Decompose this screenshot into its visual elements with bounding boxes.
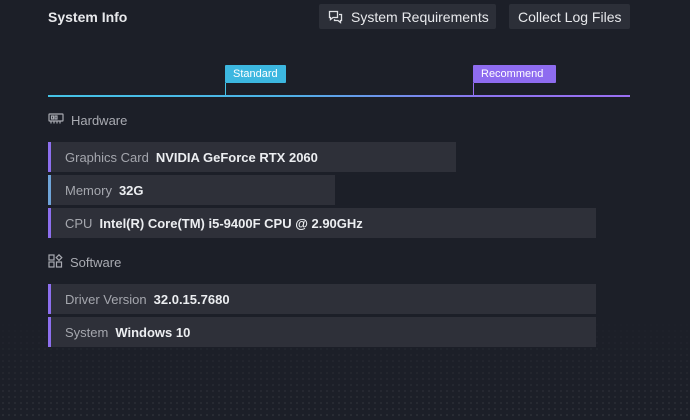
recommend-tag: Recommend: [473, 65, 556, 83]
chat-bubbles-icon: [328, 10, 343, 24]
hardware-title: Hardware: [71, 112, 128, 128]
row-key: CPU: [65, 215, 93, 231]
system-requirements-label: System Requirements: [351, 8, 489, 25]
software-row-system: System Windows 10: [48, 317, 596, 347]
collect-log-files-label: Collect Log Files: [518, 8, 622, 25]
system-requirements-button[interactable]: System Requirements: [319, 4, 496, 29]
row-key: Driver Version: [65, 291, 147, 307]
memory-chip-icon: [48, 112, 64, 128]
hardware-row-graphics-card: Graphics Card NVIDIA GeForce RTX 2060: [48, 142, 456, 172]
row-key: Memory: [65, 182, 112, 198]
row-value: Intel(R) Core(TM) i5-9400F CPU @ 2.90GHz: [99, 215, 363, 231]
apps-grid-icon: [48, 253, 63, 271]
hardware-section-header: Hardware: [48, 112, 127, 128]
row-value: 32G: [118, 182, 144, 198]
row-key: System: [65, 324, 109, 340]
row-value: 32.0.15.7680: [153, 291, 230, 307]
performance-scale-line: [48, 95, 630, 97]
hardware-row-memory: Memory 32G: [48, 175, 335, 205]
software-section-header: Software: [48, 253, 122, 271]
standard-tag: Standard: [225, 65, 286, 83]
hardware-row-cpu: CPU Intel(R) Core(TM) i5-9400F CPU @ 2.9…: [48, 208, 596, 238]
collect-log-files-button[interactable]: Collect Log Files: [509, 4, 630, 29]
software-row-driver-version: Driver Version 32.0.15.7680: [48, 284, 596, 314]
row-key: Graphics Card: [65, 149, 149, 165]
software-title: Software: [70, 255, 122, 270]
row-value: NVIDIA GeForce RTX 2060: [155, 149, 318, 165]
page-title: System Info: [48, 9, 128, 25]
row-value: Windows 10: [115, 324, 191, 340]
